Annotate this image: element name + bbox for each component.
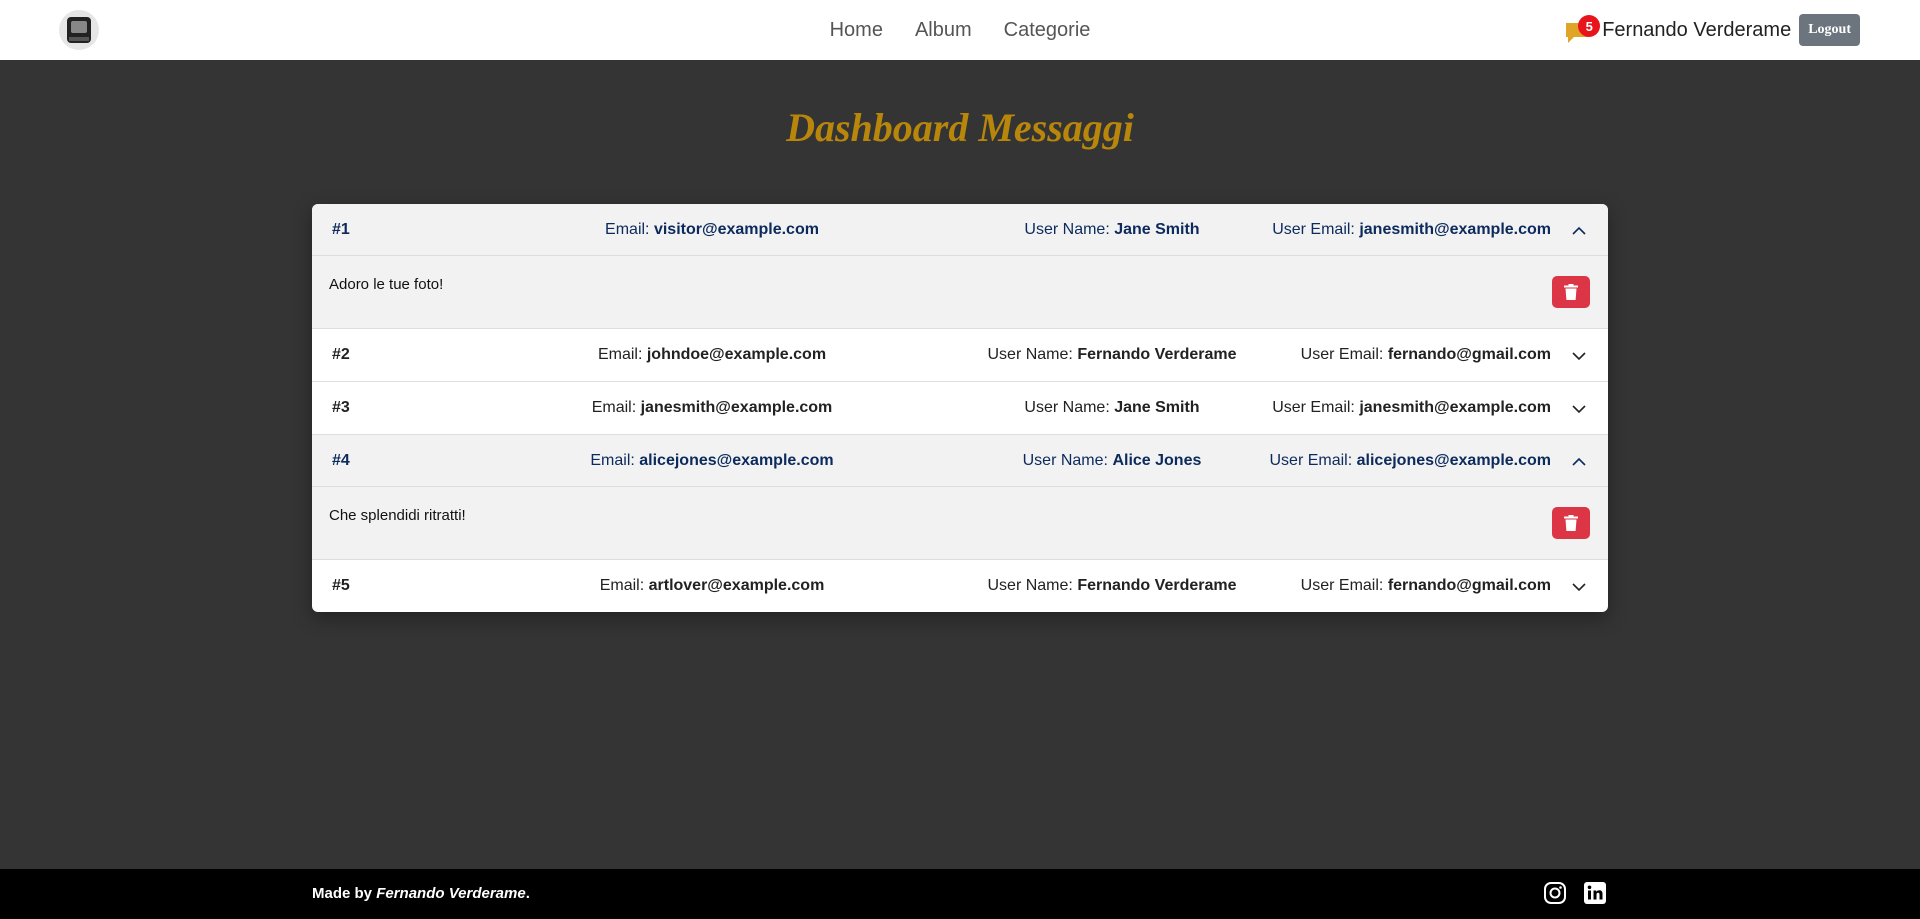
email-value: visitor@example.com <box>653 220 819 238</box>
message-item: #4 Email: alicejones@example.com User Na… <box>312 435 1608 560</box>
user-name-value: Jane Smith <box>1114 220 1200 238</box>
message-item: #3 Email: janesmith@example.com User Nam… <box>312 382 1608 435</box>
message-user-email: User Email: janesmith@example.com <box>1272 221 1551 239</box>
nav-user-area: 5 Fernando Verderame Logout <box>1564 0 1860 60</box>
user-name-label: User Name: <box>987 577 1073 594</box>
message-user-name: User Name: Fernando Verderame <box>872 577 1352 595</box>
chevron-down-icon[interactable] <box>1570 578 1588 596</box>
trash-icon <box>1564 284 1578 300</box>
message-item: #1 Email: visitor@example.com User Name:… <box>312 204 1608 329</box>
messages-button[interactable]: 5 <box>1564 15 1601 45</box>
footer-author: Fernando Verderame <box>376 885 526 902</box>
message-number: #2 <box>332 346 350 363</box>
message-item: #5 Email: artlover@example.com User Name… <box>312 560 1608 612</box>
message-text: Adoro le tue foto! <box>329 276 444 293</box>
message-user-email: User Email: alicejones@example.com <box>1270 452 1552 470</box>
current-user-name: Fernando Verderame <box>1602 18 1792 41</box>
messages-accordion: #1 Email: visitor@example.com User Name:… <box>312 204 1608 612</box>
nav-link-album[interactable]: Album <box>915 19 972 42</box>
footer-made-by: Made by <box>312 885 373 902</box>
chevron-up-icon[interactable] <box>1570 222 1588 240</box>
trash-icon <box>1564 515 1578 531</box>
user-email-label: User Email: <box>1272 220 1355 238</box>
message-number: #5 <box>332 577 350 594</box>
message-header[interactable]: #4 Email: alicejones@example.com User Na… <box>312 435 1608 487</box>
page-title: Dashboard Messaggi <box>786 105 1134 150</box>
message-number: #1 <box>332 220 350 238</box>
nav-link-home[interactable]: Home <box>830 19 883 42</box>
message-body: Che splendidi ritratti! <box>312 487 1608 559</box>
chevron-up-icon[interactable] <box>1570 453 1588 471</box>
email-value: artlover@example.com <box>648 577 825 594</box>
user-email-value: alicejones@example.com <box>1356 451 1551 469</box>
user-email-label: User Email: <box>1272 399 1355 416</box>
user-name-label: User Name: <box>1024 220 1110 238</box>
email-value: alicejones@example.com <box>639 451 834 469</box>
nav-link-categorie[interactable]: Categorie <box>1004 19 1091 42</box>
email-label: Email: <box>591 399 637 416</box>
user-email-value: janesmith@example.com <box>1359 399 1551 416</box>
user-name-value: Alice Jones <box>1112 451 1202 469</box>
footer-period: . <box>525 885 530 902</box>
message-number: #3 <box>332 399 350 416</box>
message-user-name: User Name: Fernando Verderame <box>872 346 1352 364</box>
user-email-value: janesmith@example.com <box>1359 220 1551 238</box>
footer: Made by Fernando Verderame. <box>0 869 1920 919</box>
user-name-value: Jane Smith <box>1114 399 1200 416</box>
footer-credit: Made by Fernando Verderame. <box>312 885 530 902</box>
message-text: Che splendidi ritratti! <box>329 507 466 524</box>
delete-message-button[interactable] <box>1552 507 1590 539</box>
navbar: Home Album Categorie 5 Fernando Verderam… <box>0 0 1920 60</box>
user-email-value: fernando@gmail.com <box>1387 346 1551 363</box>
message-user-email: User Email: janesmith@example.com <box>1272 399 1551 417</box>
instagram-icon[interactable] <box>1543 881 1567 905</box>
user-name-label: User Name: <box>1024 399 1110 416</box>
linkedin-icon[interactable] <box>1583 881 1607 905</box>
user-email-value: fernando@gmail.com <box>1387 577 1551 594</box>
user-name-value: Fernando Verderame <box>1077 577 1237 594</box>
message-header[interactable]: #3 Email: janesmith@example.com User Nam… <box>312 382 1608 434</box>
email-value: janesmith@example.com <box>640 399 833 416</box>
logout-button[interactable]: Logout <box>1799 14 1860 46</box>
message-header[interactable]: #5 Email: artlover@example.com User Name… <box>312 560 1608 612</box>
message-item: #2 Email: johndoe@example.com User Name:… <box>312 329 1608 382</box>
message-number: #4 <box>332 451 350 469</box>
message-header[interactable]: #2 Email: johndoe@example.com User Name:… <box>312 329 1608 381</box>
message-body: Adoro le tue foto! <box>312 256 1608 328</box>
user-email-label: User Email: <box>1269 451 1353 469</box>
message-user-email: User Email: fernando@gmail.com <box>1301 346 1551 364</box>
user-email-label: User Email: <box>1300 577 1384 594</box>
email-label: Email: <box>605 220 650 238</box>
user-name-label: User Name: <box>1022 451 1108 469</box>
notification-badge: 5 <box>1578 15 1601 37</box>
email-label: Email: <box>597 346 643 363</box>
email-label: Email: <box>599 577 645 594</box>
user-name-value: Fernando Verderame <box>1077 346 1237 363</box>
chevron-down-icon[interactable] <box>1570 400 1588 418</box>
message-user-email: User Email: fernando@gmail.com <box>1301 577 1551 595</box>
user-email-label: User Email: <box>1300 346 1384 363</box>
email-value: johndoe@example.com <box>646 346 827 363</box>
user-name-label: User Name: <box>987 346 1073 363</box>
chevron-down-icon[interactable] <box>1570 347 1588 365</box>
email-label: Email: <box>590 451 635 469</box>
message-header[interactable]: #1 Email: visitor@example.com User Name:… <box>312 204 1608 256</box>
delete-message-button[interactable] <box>1552 276 1590 308</box>
